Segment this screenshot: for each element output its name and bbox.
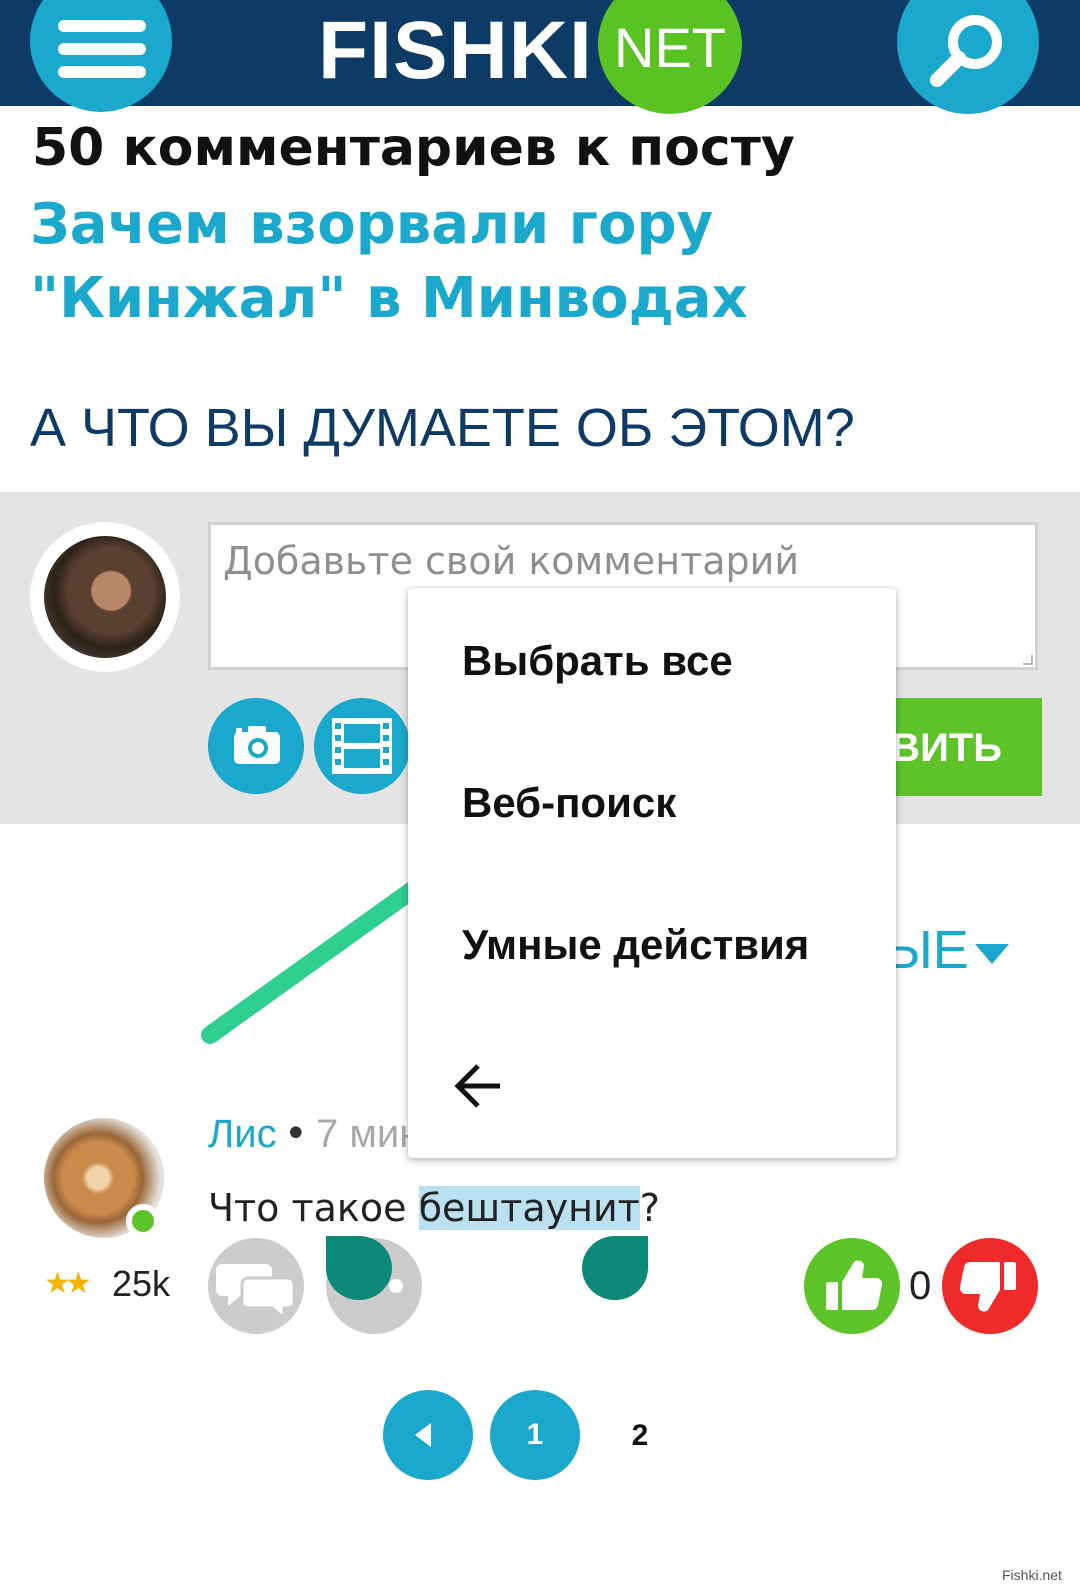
dislike-button[interactable] xyxy=(942,1238,1038,1334)
menu-item-smart-actions[interactable]: Умные действия xyxy=(462,920,809,970)
post-title-link[interactable]: Зачем взорвали гору "Кинжал" в Минводах xyxy=(30,188,990,336)
menu-button[interactable] xyxy=(30,0,172,112)
speech-bubbles-icon xyxy=(216,1264,296,1322)
meta-separator: • xyxy=(284,1111,308,1157)
logo-badge[interactable]: NET xyxy=(598,0,742,114)
logo-badge-label: NET xyxy=(614,16,726,79)
watermark: Fishki.net xyxy=(1002,1567,1062,1583)
submit-label: РАВИТЬ xyxy=(890,726,1002,770)
arrow-left-icon xyxy=(454,1064,500,1108)
page-2-link[interactable]: 2 xyxy=(610,1416,670,1456)
hamburger-icon xyxy=(58,20,146,89)
attach-photo-button[interactable] xyxy=(208,698,304,794)
text-selection-menu: Выбрать все Веб-поиск Умные действия xyxy=(408,588,896,1158)
selection-handle-start[interactable] xyxy=(326,1236,392,1300)
reply-button[interactable] xyxy=(208,1238,304,1334)
logo-text[interactable]: FISHKI xyxy=(318,6,593,96)
comments-count-heading: 50 комментариев к посту xyxy=(32,118,795,178)
selected-text[interactable]: бештаунит xyxy=(418,1186,640,1230)
attach-video-button[interactable] xyxy=(314,698,410,794)
chevron-down-icon[interactable] xyxy=(975,944,1009,964)
menu-back-button[interactable] xyxy=(450,1060,506,1116)
film-icon xyxy=(332,718,392,774)
rating-stars-icon: ★★ xyxy=(44,1266,92,1301)
author-rating: 25k xyxy=(112,1263,171,1304)
resize-grip-icon[interactable] xyxy=(1023,655,1033,665)
chevron-left-icon xyxy=(415,1423,431,1447)
like-button[interactable] xyxy=(804,1238,900,1334)
vote-count: 0 xyxy=(909,1264,932,1308)
comment-prompt-heading: А ЧТО ВЫ ДУМАЕТЕ ОБ ЭТОМ? xyxy=(30,398,855,458)
page-prev-button[interactable] xyxy=(383,1390,473,1480)
search-button[interactable] xyxy=(897,0,1039,114)
online-status-dot xyxy=(126,1204,160,1238)
menu-item-web-search[interactable]: Веб-поиск xyxy=(462,778,676,828)
menu-item-select-all[interactable]: Выбрать все xyxy=(462,636,733,686)
search-icon xyxy=(930,15,1002,87)
comment-text-after: ? xyxy=(639,1186,660,1230)
thumbs-up-icon xyxy=(826,1260,883,1311)
camera-icon xyxy=(234,726,280,764)
current-user-avatar xyxy=(30,522,180,672)
selection-handle-end[interactable] xyxy=(582,1236,648,1300)
submit-comment-button[interactable]: РАВИТЬ xyxy=(890,698,1042,796)
comment-text: Что такое бештаунит? xyxy=(208,1182,660,1234)
sort-dropdown-label[interactable]: ЫЕ xyxy=(885,918,969,982)
comment-text-before: Что такое xyxy=(208,1186,419,1230)
comment-time: 7 мин xyxy=(316,1112,422,1156)
comment-placeholder: Добавьте свой комментарий xyxy=(223,539,800,583)
comment-author-name[interactable]: Лис xyxy=(208,1110,277,1158)
page-1-button[interactable]: 1 xyxy=(490,1390,580,1480)
thumbs-down-icon xyxy=(959,1261,1016,1312)
top-header: FISHKI NET xyxy=(0,0,1080,114)
